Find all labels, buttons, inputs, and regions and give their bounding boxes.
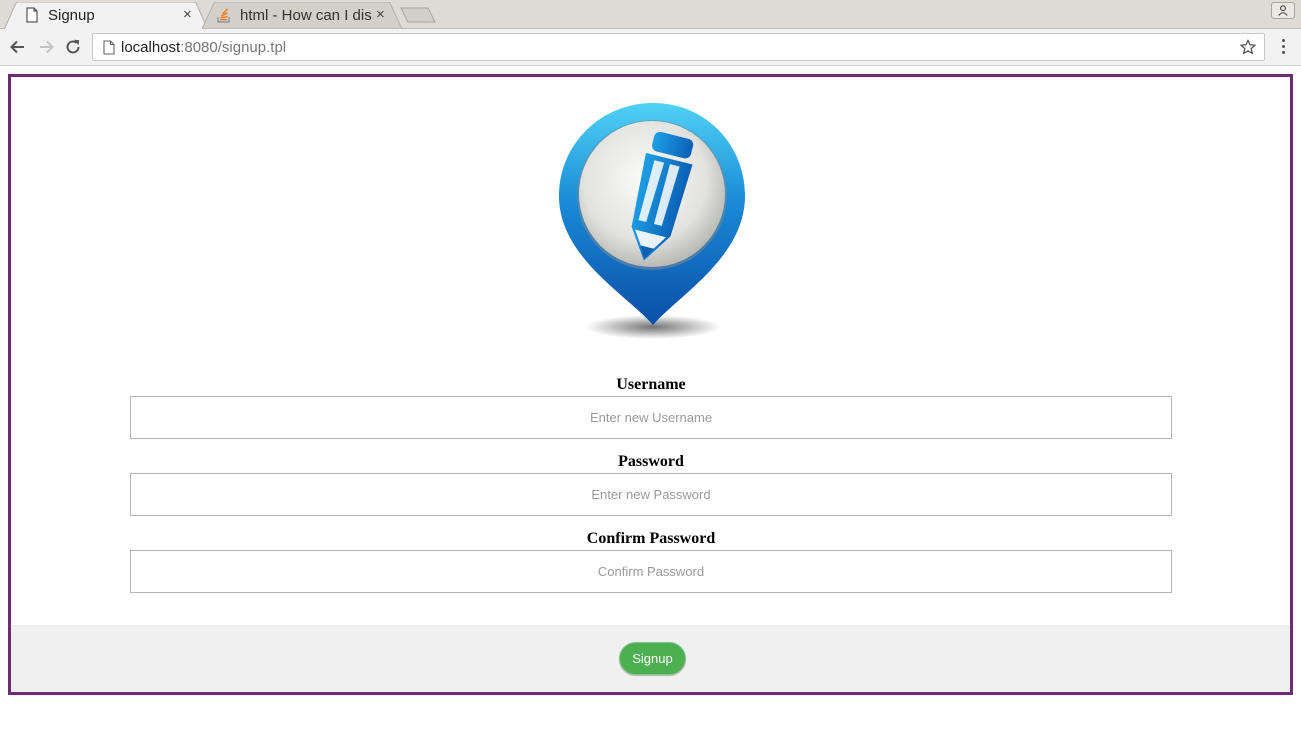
- close-icon[interactable]: ×: [183, 7, 192, 23]
- url-text: localhost:8080/signup.tpl: [121, 39, 286, 56]
- confirm-password-label: Confirm Password: [586, 530, 716, 547]
- arrow-left-icon[interactable]: [9, 38, 27, 56]
- reload-icon[interactable]: [64, 38, 82, 56]
- confirm-password-input[interactable]: [130, 550, 1172, 593]
- address-bar[interactable]: localhost:8080/signup.tpl: [92, 33, 1265, 61]
- stackoverflow-icon: [217, 8, 230, 23]
- signup-container: Username Password Confirm Password Signu…: [8, 74, 1293, 695]
- tab-title: Signup: [48, 6, 95, 24]
- profile-button[interactable]: [1271, 2, 1295, 19]
- signup-button[interactable]: Signup: [619, 642, 686, 675]
- page-icon: [26, 7, 38, 23]
- browser-toolbar: localhost:8080/signup.tpl: [0, 29, 1301, 66]
- map-pin-pencil-icon: [559, 103, 745, 339]
- kebab-menu-icon[interactable]: [1278, 39, 1288, 57]
- browser-tab-strip: Signup × html - How can I dis ×: [0, 0, 1301, 30]
- password-input[interactable]: [130, 473, 1172, 516]
- username-label: Username: [616, 376, 686, 393]
- page-icon: [103, 40, 115, 55]
- star-icon[interactable]: [1240, 39, 1256, 55]
- tab-stackoverflow[interactable]: html - How can I dis ×: [202, 2, 402, 30]
- url-host: localhost: [121, 39, 181, 56]
- new-tab-button[interactable]: [400, 7, 436, 23]
- close-icon[interactable]: ×: [376, 7, 385, 23]
- person-icon: [1278, 5, 1288, 16]
- signup-form: Username Password Confirm Password: [130, 374, 1172, 593]
- tab-signup[interactable]: Signup ×: [4, 2, 208, 30]
- form-footer: Signup: [11, 625, 1290, 692]
- password-label: Password: [618, 453, 684, 470]
- url-path: :8080/signup.tpl: [180, 39, 287, 56]
- username-input[interactable]: [130, 396, 1172, 439]
- tab-title: html - How can I dis: [240, 6, 372, 24]
- arrow-right-icon[interactable]: [37, 38, 55, 56]
